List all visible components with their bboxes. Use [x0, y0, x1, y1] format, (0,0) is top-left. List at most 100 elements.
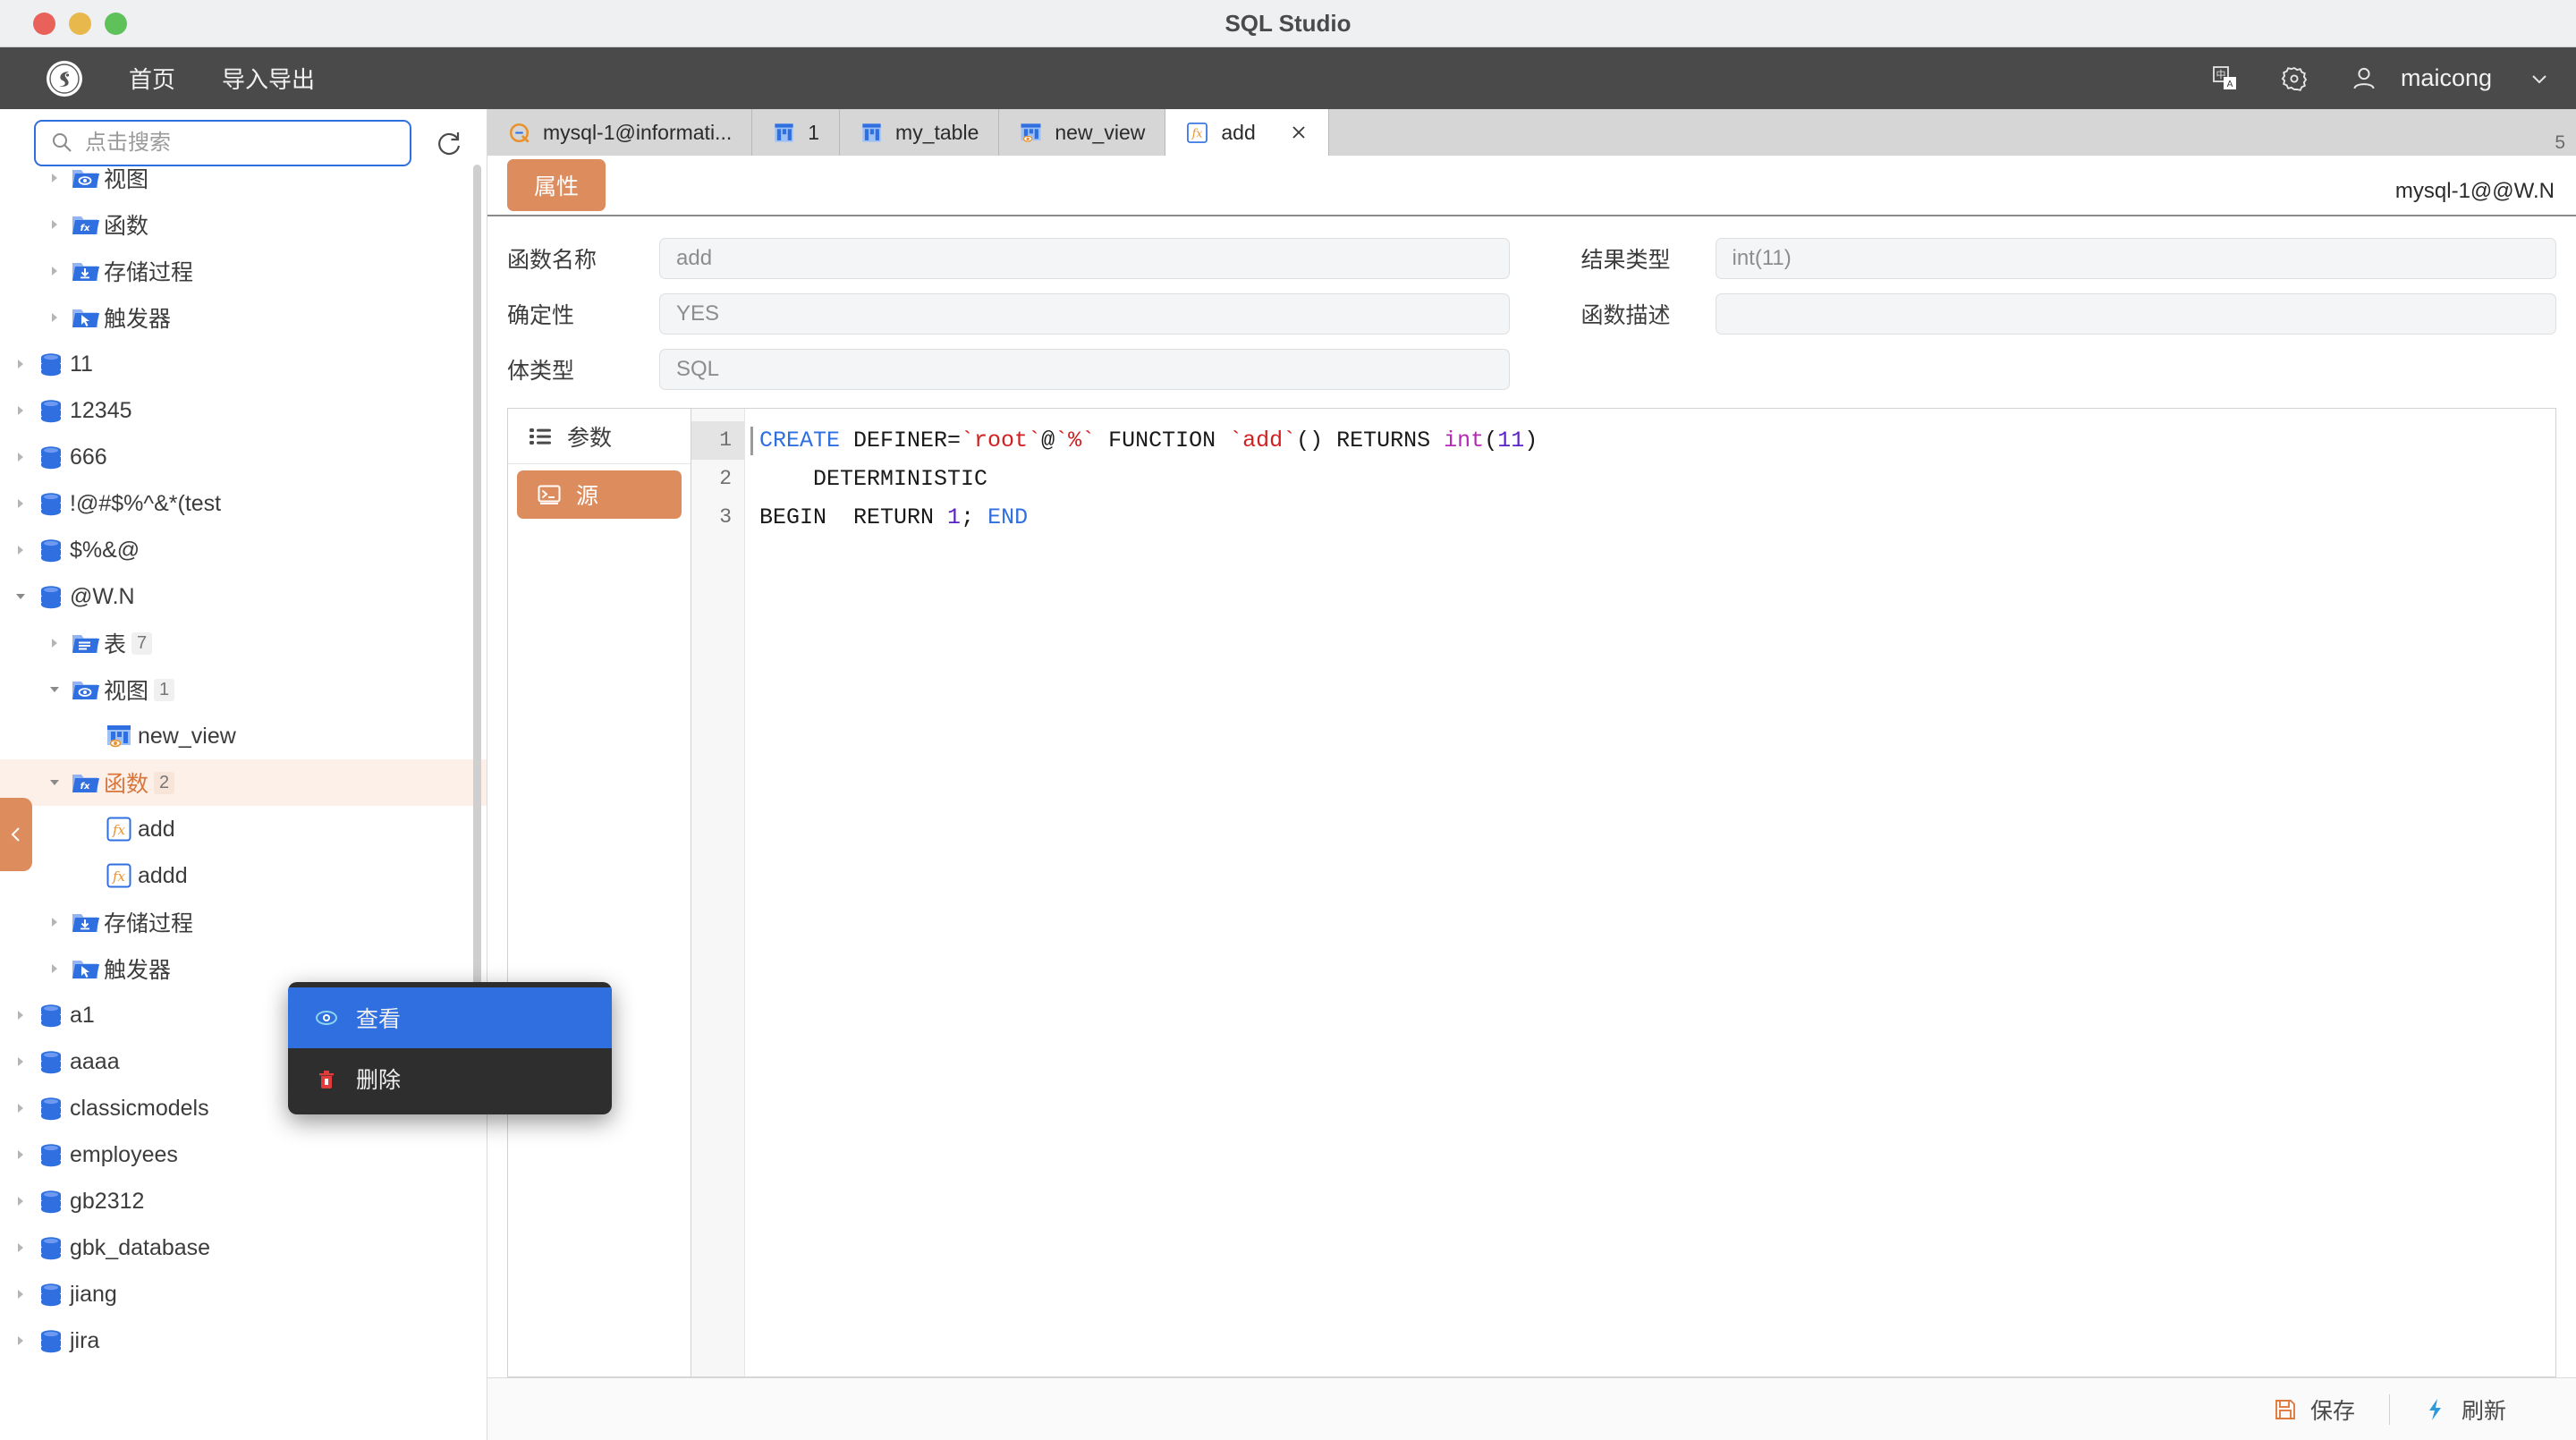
- editor-tab[interactable]: 1: [752, 109, 841, 156]
- tree-node[interactable]: 触发器: [0, 294, 487, 341]
- tree-node[interactable]: 视图: [0, 155, 487, 201]
- maximize-window-button[interactable]: [105, 12, 127, 35]
- chevron-right-icon[interactable]: [9, 1241, 32, 1255]
- editor-side-tab[interactable]: 参数: [508, 409, 691, 464]
- form-column-right: 结果类型 int(11) 函数描述: [1555, 238, 2556, 390]
- chevron-down-icon[interactable]: [2528, 67, 2551, 90]
- user-icon[interactable]: [2347, 62, 2381, 96]
- nav-import-export[interactable]: 导入导出: [222, 62, 315, 95]
- editor-tab[interactable]: new_view: [999, 109, 1166, 156]
- code-editor[interactable]: CREATE DEFINER=`root`@`%` FUNCTION `add`…: [745, 409, 2555, 1376]
- database-tree[interactable]: 视图 fx 函数 存储过程 触发器 11 12345 666 !@#$%^&*(test $%&@…: [0, 153, 487, 1440]
- editor-side-tab[interactable]: 源: [517, 470, 682, 519]
- chevron-right-icon[interactable]: [9, 496, 32, 511]
- chevron-right-icon[interactable]: [43, 217, 66, 232]
- chevron-right-icon[interactable]: [9, 357, 32, 371]
- tree-node[interactable]: fx 函数: [0, 201, 487, 248]
- chevron-left-icon: [11, 827, 20, 842]
- chevron-down-icon[interactable]: [43, 682, 66, 697]
- editor-tab[interactable]: my_table: [840, 109, 1000, 156]
- sidebar-scrollbar[interactable]: [473, 165, 481, 1104]
- tree-node[interactable]: 存储过程: [0, 248, 487, 294]
- chevron-right-icon[interactable]: [43, 310, 66, 325]
- chevron-right-icon[interactable]: [9, 543, 32, 557]
- database-icon: [32, 489, 70, 518]
- tree-node[interactable]: 12345: [0, 387, 487, 434]
- chevron-right-icon[interactable]: [43, 264, 66, 278]
- editor-side-tabs[interactable]: 参数源: [508, 409, 691, 1376]
- tree-node[interactable]: fx 函数 2: [0, 759, 487, 806]
- chevron-right-icon[interactable]: [9, 1008, 32, 1022]
- chevron-right-icon[interactable]: [9, 450, 32, 464]
- database-icon: [32, 1140, 70, 1169]
- chevron-right-icon[interactable]: [9, 1101, 32, 1115]
- function-name-field[interactable]: add: [659, 238, 1510, 279]
- svg-text:fx: fx: [112, 868, 126, 885]
- chevron-right-icon[interactable]: [43, 636, 66, 650]
- language-toggle-icon[interactable]: 中 A: [2207, 62, 2241, 96]
- chevron-right-icon[interactable]: [9, 1055, 32, 1069]
- tree-node[interactable]: gbk_database: [0, 1224, 487, 1271]
- tree-node[interactable]: !@#$%^&*(test: [0, 480, 487, 527]
- chevron-down-icon[interactable]: [43, 775, 66, 790]
- code-pane[interactable]: 1 2 3 CREATE DEFINER=`root`@`%` FUNCTION `…: [691, 409, 2555, 1376]
- tree-node[interactable]: 表7: [0, 620, 487, 666]
- svg-text:fx: fx: [1191, 126, 1203, 140]
- tree-node[interactable]: gb2312: [0, 1178, 487, 1224]
- context-menu[interactable]: 查看 删除: [288, 982, 612, 1114]
- editor-tab-label: mysql-1@informati...: [543, 120, 733, 144]
- tree-node[interactable]: @W.N: [0, 573, 487, 620]
- sidebar-collapse-handle[interactable]: [0, 798, 32, 871]
- chevron-right-icon[interactable]: [9, 1287, 32, 1301]
- close-icon[interactable]: [1289, 123, 1309, 142]
- tree-node[interactable]: jira: [0, 1317, 487, 1364]
- tree-node[interactable]: 666: [0, 434, 487, 480]
- tree-node[interactable]: 视图 1: [0, 666, 487, 713]
- folder-table-icon: [66, 629, 104, 657]
- tab-strip[interactable]: mysql-1@informati... 1 my_table new_view fx a…: [487, 109, 2576, 156]
- context-menu-item[interactable]: 查看: [288, 987, 612, 1048]
- tree-node[interactable]: employees: [0, 1131, 487, 1178]
- tab-properties[interactable]: 属性: [507, 159, 606, 211]
- search-input[interactable]: [85, 130, 395, 156]
- close-window-button[interactable]: [33, 12, 55, 35]
- body-type-field[interactable]: SQL: [659, 349, 1510, 390]
- search-icon: [53, 133, 72, 152]
- save-button[interactable]: 保存: [2239, 1393, 2389, 1426]
- gear-icon[interactable]: [2277, 62, 2311, 96]
- context-menu-item[interactable]: 删除: [288, 1048, 612, 1109]
- function-icon: fx: [100, 815, 138, 843]
- chevron-right-icon[interactable]: [9, 1148, 32, 1162]
- sidebar: 视图fx函数存储过程触发器1112345666!@#$%^&*(test$%&@…: [0, 109, 612, 1440]
- chevron-right-icon[interactable]: [43, 961, 66, 976]
- tree-node-label: 视图: [104, 167, 149, 192]
- database-icon: [32, 1047, 70, 1076]
- chevron-right-icon[interactable]: [9, 1334, 32, 1348]
- deterministic-field[interactable]: YES: [659, 293, 1510, 335]
- minimize-window-button[interactable]: [69, 12, 91, 35]
- username-label[interactable]: maicong: [2401, 64, 2492, 92]
- tree-node-label: add: [138, 816, 175, 842]
- tree-node[interactable]: fx addd: [0, 852, 487, 899]
- folder-view-icon: [66, 164, 104, 192]
- tree-node-label: 视图: [104, 679, 149, 704]
- editor-tab[interactable]: mysql-1@informati...: [487, 109, 753, 156]
- tree-node[interactable]: 11: [0, 341, 487, 387]
- editor-tab[interactable]: fx add: [1165, 109, 1329, 156]
- nav-home[interactable]: 首页: [129, 62, 175, 95]
- tree-node[interactable]: 存储过程: [0, 899, 487, 945]
- chevron-right-icon[interactable]: [9, 1194, 32, 1208]
- tree-node[interactable]: $%&@: [0, 527, 487, 573]
- tree-node[interactable]: new_view: [0, 713, 487, 759]
- chevron-right-icon[interactable]: [43, 171, 66, 185]
- tree-node[interactable]: jiang: [0, 1271, 487, 1317]
- function-comment-field[interactable]: [1715, 293, 2556, 335]
- editor-tab-label: my_table: [895, 120, 979, 144]
- result-type-field[interactable]: int(11): [1715, 238, 2556, 279]
- refresh-button[interactable]: 刷新: [2390, 1393, 2540, 1426]
- chevron-right-icon[interactable]: [43, 915, 66, 929]
- chevron-right-icon[interactable]: [9, 403, 32, 418]
- tree-node[interactable]: fx add: [0, 806, 487, 852]
- code-line: DETERMINISTIC: [759, 466, 988, 492]
- chevron-down-icon[interactable]: [9, 589, 32, 604]
